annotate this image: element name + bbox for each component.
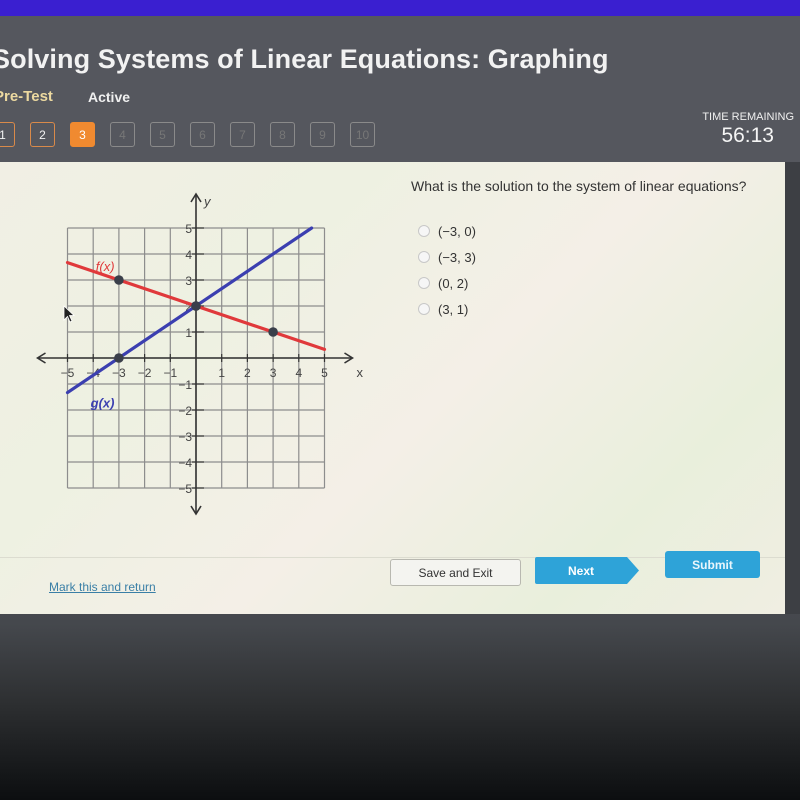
question-nav-8[interactable]: 8 — [270, 122, 295, 147]
series-label-f: f(x) — [96, 259, 115, 274]
next-button-label: Next — [567, 563, 594, 578]
x-tick-label: 4 — [295, 366, 302, 380]
question-navigation: 1 2 3 4 5 6 7 8 9 10 — [0, 122, 375, 147]
submit-button[interactable]: Submit — [665, 551, 760, 578]
browser-top-strip — [0, 0, 800, 16]
x-tick-label: 3 — [270, 366, 277, 380]
data-point-fx — [268, 327, 278, 337]
y-tick-label: 1 — [185, 326, 192, 340]
y-tick-label: −3 — [178, 430, 192, 444]
answer-choices: (−3, 0) (−3, 3) (0, 2) (3, 1) — [418, 218, 476, 322]
radio-button[interactable] — [418, 251, 430, 263]
choice-label: (−3, 3) — [438, 249, 476, 265]
x-tick-label: −1 — [163, 366, 177, 380]
y-tick-label: 3 — [185, 274, 192, 288]
answer-choice-2[interactable]: (−3, 3) — [418, 244, 476, 270]
choice-label: (0, 2) — [438, 275, 469, 291]
x-tick-label: 1 — [218, 366, 225, 380]
question-nav-1[interactable]: 1 — [0, 122, 15, 147]
coordinate-graph: xy−5 −4 −3 −2 −1 1 2 3 4 554321−1−2−3−4−5f(x)g(x) — [35, 192, 364, 516]
radio-button[interactable] — [418, 303, 430, 315]
page-title: Solving Systems of Linear Equations: Gra… — [0, 44, 609, 74]
y-tick-label: 5 — [185, 222, 192, 236]
question-nav-6[interactable]: 6 — [190, 122, 215, 147]
y-tick-label: −5 — [178, 482, 192, 496]
status-label: Active — [88, 89, 131, 105]
question-prompt: What is the solution to the system of li… — [411, 178, 747, 194]
answer-choice-3[interactable]: (0, 2) — [418, 270, 476, 296]
x-tick-label: 5 — [321, 366, 328, 380]
next-button[interactable]: Next — [535, 557, 639, 584]
data-point-gx — [114, 353, 124, 363]
y-tick-label: 4 — [185, 248, 192, 262]
question-nav-10[interactable]: 10 — [350, 122, 375, 147]
question-nav-7[interactable]: 7 — [230, 122, 255, 147]
x-axis-label: x — [357, 365, 364, 380]
question-nav-9[interactable]: 9 — [310, 122, 335, 147]
screen-edge — [785, 162, 800, 614]
answer-choice-4[interactable]: (3, 1) — [418, 296, 476, 322]
y-tick-label: −2 — [178, 404, 192, 418]
time-remaining-label: TIME REMAINING — [702, 111, 794, 123]
question-nav-2[interactable]: 2 — [30, 122, 55, 147]
data-point-fx — [114, 275, 124, 285]
question-nav-4[interactable]: 4 — [110, 122, 135, 147]
y-tick-label: −1 — [178, 378, 192, 392]
save-and-exit-button[interactable]: Save and Exit — [390, 559, 521, 586]
mouse-cursor-icon — [63, 305, 76, 323]
series-label-g: g(x) — [90, 395, 115, 410]
time-remaining-value: 56:13 — [721, 124, 774, 147]
x-tick-label: 2 — [244, 366, 251, 380]
radio-button[interactable] — [418, 277, 430, 289]
answer-choice-1[interactable]: (−3, 0) — [418, 218, 476, 244]
question-nav-3[interactable]: 3 — [70, 122, 95, 147]
x-tick-label: −3 — [112, 366, 126, 380]
choice-label: (−3, 0) — [438, 223, 476, 239]
data-point-gx — [191, 301, 201, 311]
radio-button[interactable] — [418, 225, 430, 237]
choice-label: (3, 1) — [438, 301, 469, 317]
y-tick-label: −4 — [178, 456, 192, 470]
y-axis-label: y — [203, 194, 212, 209]
mark-and-return-link[interactable]: Mark this and return — [49, 580, 156, 594]
x-tick-label: −2 — [138, 366, 152, 380]
question-nav-5[interactable]: 5 — [150, 122, 175, 147]
x-tick-label: −5 — [61, 366, 75, 380]
test-type-label: Pre-Test — [0, 88, 53, 105]
